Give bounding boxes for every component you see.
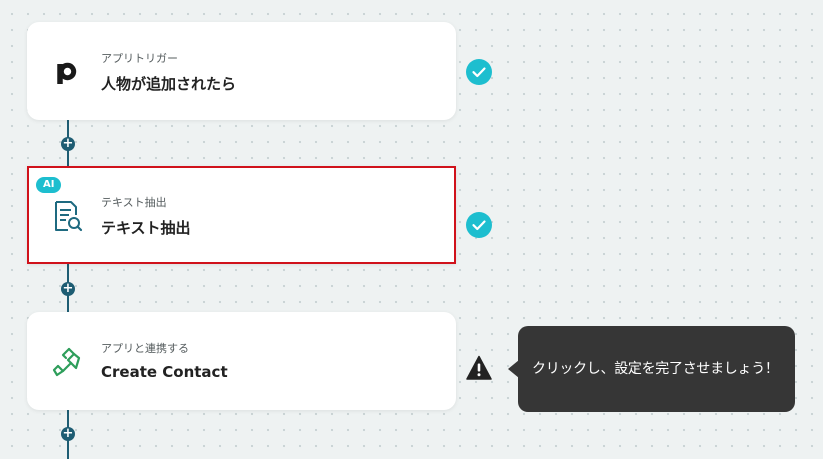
step-sublabel: アプリと連携する bbox=[101, 342, 189, 355]
add-step-button[interactable]: + bbox=[61, 282, 75, 296]
step-sublabel: アプリトリガー bbox=[101, 52, 178, 65]
step-title: テキスト抽出 bbox=[101, 219, 191, 237]
flow-step-create-contact[interactable]: アプリと連携する Create Contact bbox=[27, 312, 456, 410]
step-title: 人物が追加されたら bbox=[101, 75, 237, 93]
step-sublabel: テキスト抽出 bbox=[101, 196, 167, 209]
add-step-button[interactable]: + bbox=[61, 137, 75, 151]
add-step-button[interactable]: + bbox=[61, 427, 75, 441]
warning-icon bbox=[466, 355, 492, 380]
ai-badge: AI bbox=[36, 177, 62, 193]
flow-step-trigger[interactable]: アプリトリガー 人物が追加されたら bbox=[27, 22, 456, 120]
document-search-icon bbox=[55, 201, 83, 232]
check-icon bbox=[466, 59, 492, 85]
pipedrive-p-icon bbox=[57, 62, 77, 84]
flow-step-text-extraction[interactable]: AI テキスト抽出 テキスト抽出 bbox=[27, 166, 456, 264]
setup-tooltip: クリックし、設定を完了させましょう！ bbox=[518, 326, 795, 412]
step-title: Create Contact bbox=[101, 363, 228, 381]
check-icon bbox=[466, 212, 492, 238]
handshake-icon bbox=[52, 347, 81, 377]
